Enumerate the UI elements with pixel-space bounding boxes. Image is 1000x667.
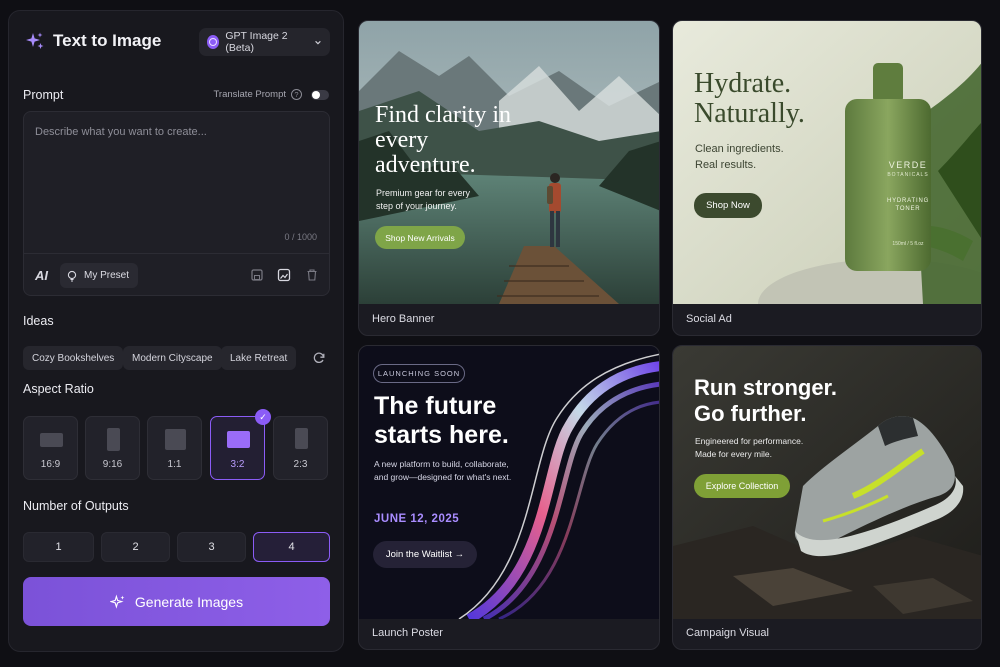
aspect-option-16-9[interactable]: 16:9 bbox=[23, 416, 78, 480]
aspect-option-9-16[interactable]: 9:16 bbox=[85, 416, 140, 480]
image-upload-icon[interactable] bbox=[277, 268, 291, 282]
card-cta: Join the Waitlist → bbox=[373, 541, 477, 568]
check-icon: ✓ bbox=[255, 409, 271, 425]
ratio-label: 3:2 bbox=[230, 459, 245, 470]
product-name: HYDRATING TONER bbox=[886, 198, 930, 212]
launch-date: JUNE 12, 2025 bbox=[374, 513, 460, 525]
brand-name: VERDE bbox=[888, 160, 928, 170]
char-counter: 0 / 1000 bbox=[284, 232, 317, 242]
aspect-option-2-3[interactable]: 2:3 bbox=[273, 416, 328, 480]
preset-label: My Preset bbox=[84, 270, 130, 281]
ratio-preview bbox=[227, 431, 250, 448]
card-subtext: Clean ingredients. Real results. bbox=[695, 143, 784, 171]
help-icon[interactable]: ? bbox=[291, 89, 302, 100]
aspect-option-1-1[interactable]: 1:1 bbox=[147, 416, 202, 480]
card-caption: Social Ad bbox=[686, 313, 732, 325]
card-caption: Campaign Visual bbox=[686, 627, 769, 639]
model-name: GPT Image 2 (Beta) bbox=[225, 30, 288, 54]
card-headline: The future starts here. bbox=[374, 392, 509, 449]
output-option-3[interactable]: 3 bbox=[177, 532, 246, 562]
generate-label: Generate Images bbox=[134, 593, 244, 610]
translate-prompt: Translate Prompt ? bbox=[213, 89, 329, 100]
output-option-1[interactable]: 1 bbox=[23, 532, 94, 562]
save-icon[interactable] bbox=[250, 268, 264, 282]
ratio-label: 1:1 bbox=[167, 459, 182, 470]
prompt-label: Prompt bbox=[23, 88, 64, 102]
ai-enhance-icon[interactable]: AI bbox=[35, 268, 48, 283]
output-option-2[interactable]: 2 bbox=[101, 532, 170, 562]
generate-button[interactable]: Generate Images bbox=[23, 577, 330, 626]
trash-icon[interactable] bbox=[305, 268, 319, 282]
prompt-box: 0 / 1000 AI My Preset bbox=[23, 111, 330, 296]
ratio-label: 16:9 bbox=[40, 459, 61, 470]
ratio-label: 9:16 bbox=[102, 459, 123, 470]
sparkle-icon bbox=[109, 593, 125, 609]
outputs-label: Number of Outputs bbox=[23, 499, 129, 513]
ratio-preview bbox=[40, 433, 63, 447]
lightbulb-icon bbox=[67, 270, 77, 282]
my-preset-button[interactable]: My Preset bbox=[60, 263, 139, 288]
idea-chip[interactable]: Modern Cityscape bbox=[123, 346, 222, 370]
card-subtext: Engineered for performance. Made for eve… bbox=[695, 436, 804, 459]
card-cta: Shop Now bbox=[694, 193, 762, 218]
aspect-option-3-2[interactable]: 3:2 ✓ bbox=[210, 409, 271, 480]
product-volume: 150ml / 5 fl.oz bbox=[892, 241, 924, 247]
idea-chip[interactable]: Lake Retreat bbox=[221, 346, 297, 370]
model-logo-icon bbox=[207, 35, 220, 49]
ratio-preview bbox=[295, 428, 308, 449]
settings-panel: Text to Image GPT Image 2 (Beta) Prompt … bbox=[8, 10, 344, 652]
card-tag: LAUNCHING SOON bbox=[373, 364, 465, 383]
translate-label: Translate Prompt bbox=[213, 89, 286, 100]
aspect-ratio-label: Aspect Ratio bbox=[23, 382, 94, 396]
prompt-input[interactable] bbox=[24, 112, 329, 252]
gallery-card-hero-banner[interactable]: Find clarity in every adventure. Premium… bbox=[358, 20, 660, 336]
brand-subtitle: BOTANICALS bbox=[887, 172, 929, 178]
card-headline: Hydrate. Naturally. bbox=[694, 68, 805, 129]
ratio-label: 2:3 bbox=[293, 459, 308, 470]
ideas-label: Ideas bbox=[23, 314, 54, 328]
app-header: Text to Image bbox=[25, 31, 161, 51]
card-caption: Launch Poster bbox=[372, 627, 443, 639]
card-caption: Hero Banner bbox=[372, 313, 435, 325]
sparkle-icon bbox=[26, 32, 44, 49]
output-option-4[interactable]: 4 bbox=[253, 532, 330, 562]
divider bbox=[24, 253, 329, 254]
card-headline: Find clarity in every adventure. bbox=[375, 102, 511, 178]
card-cta: Explore Collection bbox=[694, 474, 790, 498]
card-subtext: A new platform to build, collaborate, an… bbox=[374, 459, 512, 482]
translate-toggle[interactable] bbox=[311, 89, 329, 100]
idea-chip[interactable]: Cozy Bookshelves bbox=[23, 346, 124, 370]
gallery-card-launch-poster[interactable]: LAUNCHING SOON The future starts here. A… bbox=[358, 345, 660, 650]
ratio-preview bbox=[165, 429, 186, 450]
model-selector[interactable]: GPT Image 2 (Beta) bbox=[199, 28, 330, 56]
card-subtext: Premium gear for every step of your jour… bbox=[376, 188, 471, 211]
gallery-card-campaign-visual[interactable]: Run stronger. Go further. Engineered for… bbox=[672, 345, 982, 650]
card-cta: Shop New Arrivals bbox=[375, 226, 465, 249]
card-headline: Run stronger. Go further. bbox=[694, 375, 838, 426]
ratio-preview bbox=[107, 428, 120, 451]
refresh-icon[interactable] bbox=[312, 351, 326, 365]
chevron-down-icon bbox=[315, 40, 321, 44]
page-title: Text to Image bbox=[53, 31, 162, 50]
gallery-card-social-ad[interactable]: VERDE BOTANICALS HYDRATING TONER 150ml /… bbox=[672, 20, 982, 336]
